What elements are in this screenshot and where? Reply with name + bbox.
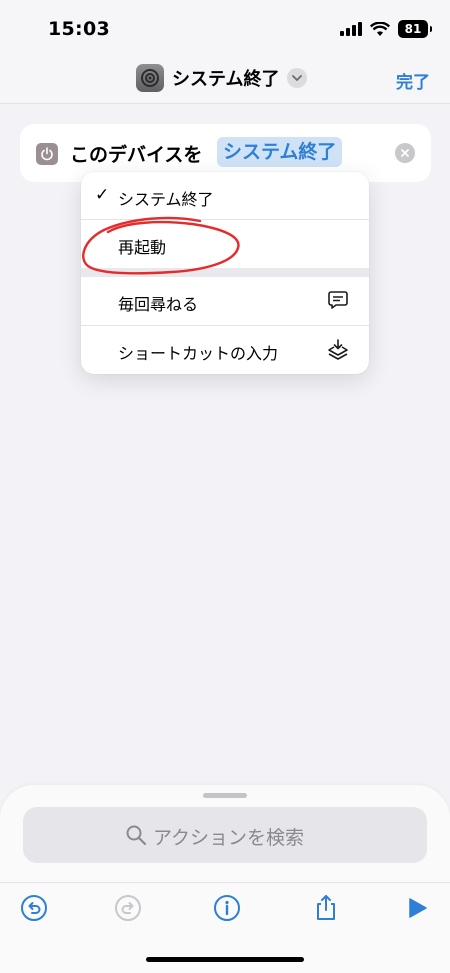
speech-bubble-icon: [327, 289, 349, 315]
menu-section-gap: [81, 268, 369, 277]
menu-item-label: 毎回尋ねる: [118, 295, 199, 314]
search-icon: [125, 824, 147, 850]
action-parameter-token[interactable]: システム終了: [217, 137, 343, 167]
play-icon[interactable]: [402, 893, 432, 923]
parameter-menu: ✓ システム終了 再起動 毎回尋ねる ショートカットの入力: [81, 172, 369, 374]
cellular-signal-icon: [340, 22, 362, 36]
menu-item-restart[interactable]: 再起動: [81, 220, 369, 268]
menu-item-label: システム終了: [118, 190, 214, 209]
menu-item-shortcut-input[interactable]: ショートカットの入力: [81, 326, 369, 374]
nav-bar: システム終了 完了: [0, 58, 450, 104]
checkmark-icon: ✓: [95, 185, 110, 205]
power-icon: [36, 143, 58, 165]
status-indicators: 81: [340, 20, 432, 38]
battery-indicator: 81: [398, 20, 432, 38]
toolbar-divider: [0, 882, 450, 883]
search-input[interactable]: アクションを検索: [23, 807, 427, 863]
battery-level: 81: [404, 22, 422, 36]
action-text: このデバイスを: [70, 144, 203, 166]
menu-item-label: 再起動: [118, 238, 167, 257]
home-indicator: [146, 957, 304, 962]
status-time: 15:03: [48, 18, 110, 40]
info-icon[interactable]: [212, 893, 242, 923]
action-search-sheet: アクションを検索: [0, 785, 450, 973]
nav-title: システム終了: [172, 69, 280, 90]
menu-item-label: ショートカットの入力: [118, 344, 279, 363]
clear-icon[interactable]: [395, 143, 415, 163]
redo-icon[interactable]: [113, 893, 143, 923]
layers-download-icon: [327, 338, 349, 366]
done-button[interactable]: 完了: [396, 68, 430, 93]
search-placeholder: アクションを検索: [153, 827, 305, 849]
shortcut-title-button[interactable]: システム終了: [136, 64, 308, 92]
status-bar: 15:03 81: [0, 0, 450, 58]
chevron-down-icon[interactable]: [287, 68, 308, 88]
settings-app-icon: [136, 64, 164, 92]
wifi-icon: [370, 21, 390, 36]
menu-item-shutdown[interactable]: ✓ システム終了: [81, 172, 369, 220]
share-icon[interactable]: [311, 893, 341, 923]
menu-item-ask-each-time[interactable]: 毎回尋ねる: [81, 277, 369, 325]
undo-icon[interactable]: [19, 893, 49, 923]
sheet-grabber[interactable]: [203, 793, 247, 798]
